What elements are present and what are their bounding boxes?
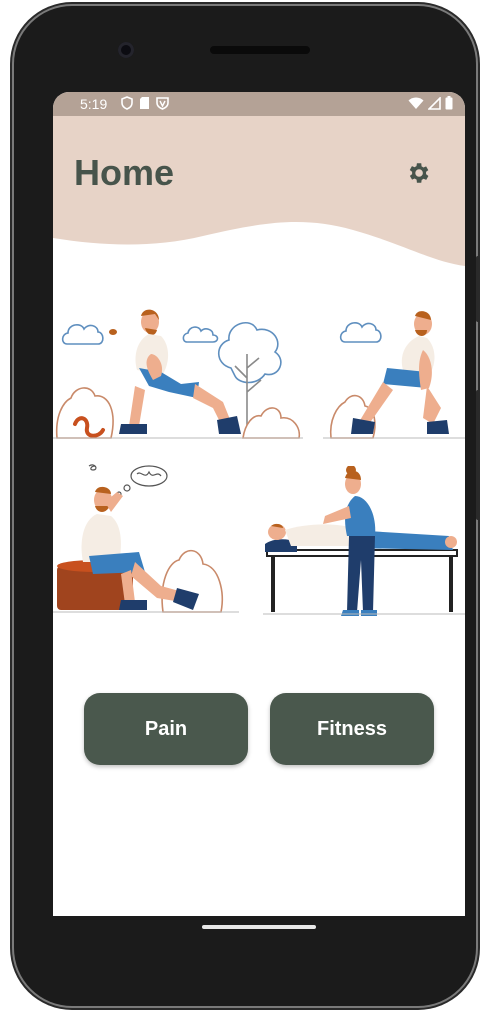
earpiece-speaker [210, 46, 310, 54]
wifi-icon [408, 97, 424, 109]
gesture-nav-bar[interactable] [202, 925, 316, 929]
battery-icon [445, 96, 453, 110]
fitness-button[interactable]: Fitness [270, 693, 434, 765]
thought-bubble-icon [116, 465, 168, 497]
illustration-headache [53, 464, 239, 613]
status-right-icons [408, 96, 453, 110]
bush-icon [55, 387, 301, 439]
header-wave-background [53, 116, 465, 266]
sd-card-icon [140, 97, 149, 109]
shield-icon [121, 96, 133, 110]
volume-button [476, 390, 480, 520]
cloud-icon [61, 324, 104, 345]
vpn-icon [156, 97, 169, 110]
illustration-ankle-pain [323, 311, 465, 439]
status-bar: 5:19 [53, 92, 465, 116]
app-screen: 5:19 Home Pain Fitness [53, 92, 465, 916]
gear-icon[interactable] [405, 160, 431, 186]
page-title: Home [74, 152, 175, 193]
illustration-physiotherapy [263, 466, 465, 616]
cloud-icon [339, 322, 382, 343]
pain-button[interactable]: Pain [84, 693, 248, 765]
illustration-knee-pain [53, 309, 303, 439]
status-time: 5:19 [80, 96, 108, 112]
signal-icon [428, 96, 441, 110]
cloud-icon [182, 326, 219, 343]
phone-frame: 5:19 Home Pain Fitness [14, 6, 476, 1006]
app-header: Home [53, 116, 465, 276]
status-left-icons [121, 96, 169, 110]
kneeling-man [119, 309, 241, 434]
power-button [476, 256, 480, 322]
front-camera [118, 42, 134, 58]
